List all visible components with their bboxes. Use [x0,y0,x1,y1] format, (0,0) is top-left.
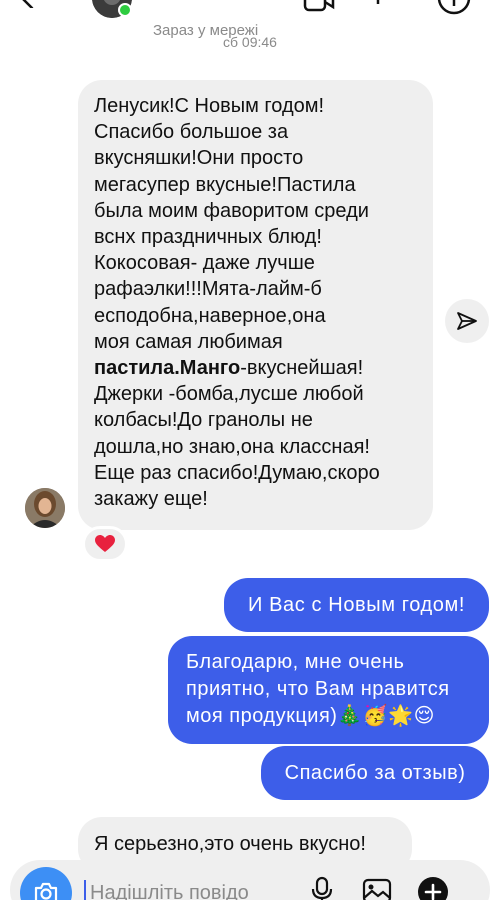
heart-icon [95,535,115,552]
video-call-icon[interactable] [303,0,335,12]
online-indicator [118,3,132,17]
camera-icon [34,882,58,900]
info-icon[interactable] [436,0,472,16]
microphone-icon[interactable] [310,876,334,900]
outgoing-message-bubble[interactable]: И Вас с Новым годом! [224,578,489,632]
add-icon[interactable] [417,876,449,900]
text-caret [84,880,86,900]
incoming-message-bubble[interactable]: Ленусик!С Новым годом! Спасибо большое з… [78,80,433,530]
back-arrow-icon[interactable] [18,0,40,8]
share-send-icon [457,312,477,330]
bold-text: пастила.Манго [94,357,241,380]
heart-reaction[interactable] [82,526,128,562]
outgoing-message-bubble[interactable]: Спасибо за отзыв) [261,746,489,800]
sender-avatar[interactable] [25,488,65,528]
message-input[interactable] [90,880,280,900]
call-icon[interactable] [368,0,388,4]
gallery-icon[interactable] [362,878,392,900]
chat-header [0,0,500,22]
message-text: Ленусик!С Новым годом! Спасибо большое з… [94,95,380,511]
message-timestamp: сб 09:46 [223,34,277,50]
share-button[interactable] [445,299,489,343]
outgoing-message-bubble[interactable]: Благодарю, мне очень приятно, что Вам нр… [168,636,489,744]
